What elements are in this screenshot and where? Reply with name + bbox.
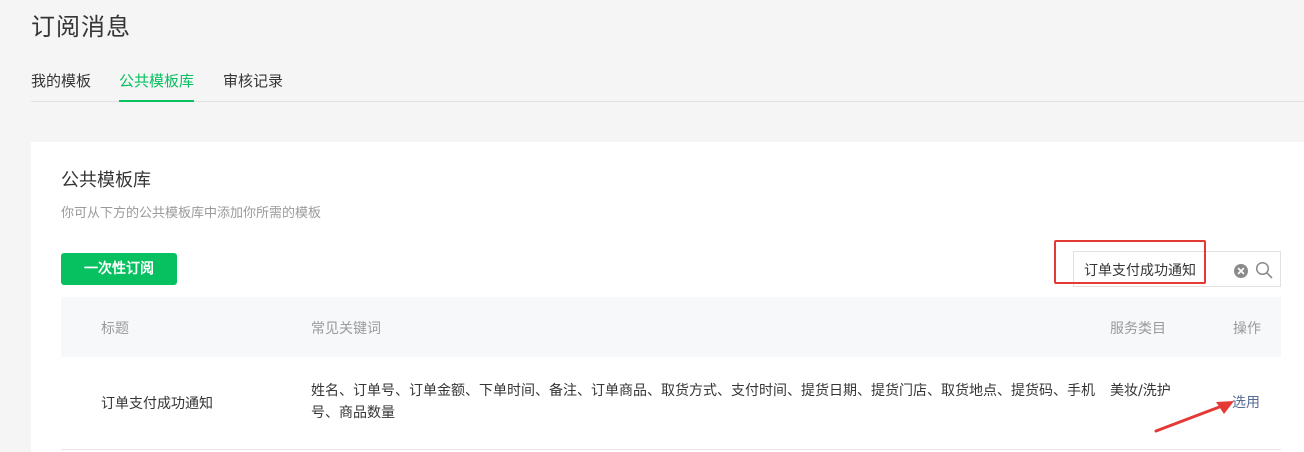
row-title: 订单支付成功通知 bbox=[101, 396, 213, 412]
column-header-keywords: 常见关键词 bbox=[311, 321, 381, 337]
tab-bar: 我的模板 公共模板库 审核记录 bbox=[31, 60, 1304, 102]
one-time-subscribe-button[interactable]: 一次性订阅 bbox=[61, 253, 177, 285]
column-header-action: 操作 bbox=[1233, 321, 1261, 337]
annotation-highlight-box bbox=[1054, 240, 1206, 284]
red-arrow-icon bbox=[1154, 401, 1234, 433]
card-title: 公共模板库 bbox=[61, 170, 151, 191]
tab-my-templates[interactable]: 我的模板 bbox=[31, 70, 91, 102]
public-library-card: 公共模板库 你可从下方的公共模板库中添加你所需的模板 一次性订阅 标题 常见关键… bbox=[31, 142, 1304, 452]
clear-circle-icon[interactable] bbox=[1234, 263, 1248, 278]
table-header: 标题 常见关键词 服务类目 操作 bbox=[61, 297, 1281, 357]
card-description: 你可从下方的公共模板库中添加你所需的模板 bbox=[61, 206, 322, 221]
table-row: 订单支付成功通知 姓名、订单号、订单金额、下单时间、备注、订单商品、取货方式、支… bbox=[61, 357, 1281, 450]
column-header-category: 服务类目 bbox=[1110, 321, 1166, 337]
page-title: 订阅消息 bbox=[31, 13, 131, 41]
tab-public-library[interactable]: 公共模板库 bbox=[119, 70, 195, 102]
search-icon[interactable] bbox=[1255, 261, 1273, 279]
tab-audit-records[interactable]: 审核记录 bbox=[223, 70, 283, 102]
row-keywords: 姓名、订单号、订单金额、下单时间、备注、订单商品、取货方式、支付时间、提货日期、… bbox=[311, 383, 1095, 421]
column-header-title: 标题 bbox=[101, 321, 129, 337]
